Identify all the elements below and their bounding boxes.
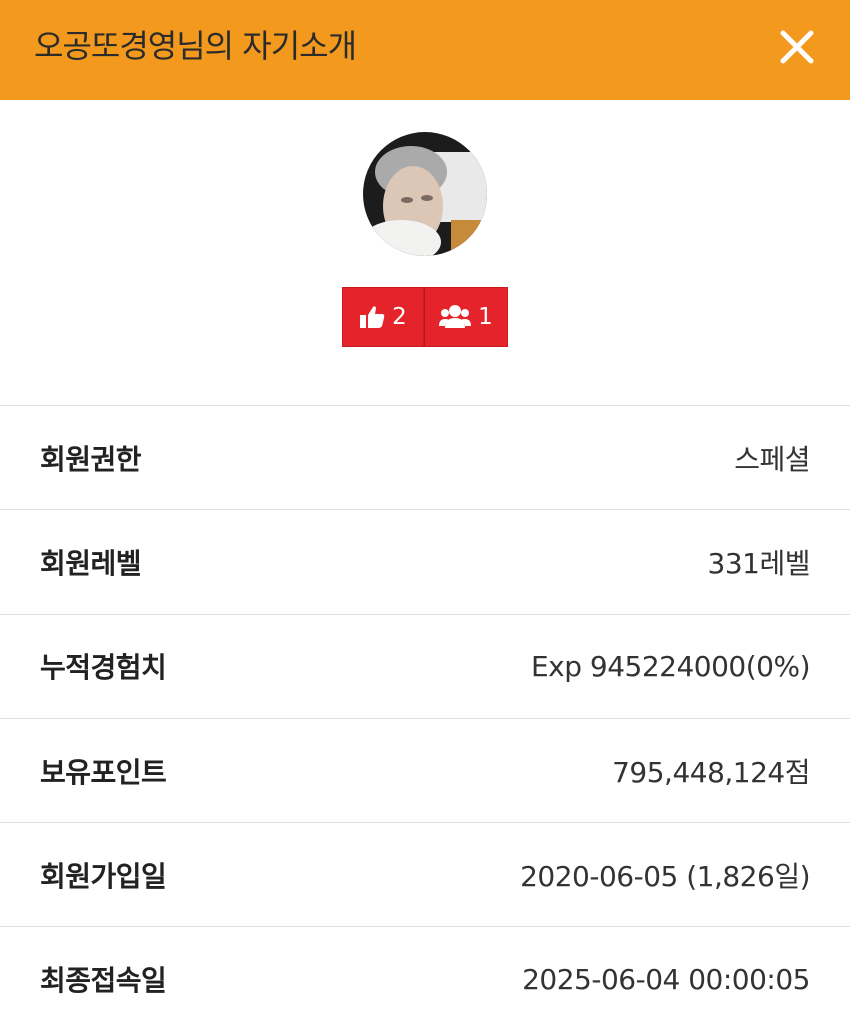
info-row-experience: 누적경험치 Exp 945224000(0%) (0, 613, 850, 718)
member-info-list: 회원권한 스페셜 회원레벨 331레벨 누적경험치 Exp 945224000(… (0, 405, 850, 1031)
info-row-points: 보유포인트 795,448,124점 (0, 717, 850, 822)
like-button[interactable]: 2 (342, 287, 424, 347)
page-title: 오공또경영님의 자기소개 (34, 27, 357, 65)
info-label: 보유포인트 (40, 755, 167, 789)
info-row-level: 회원레벨 331레벨 (0, 509, 850, 613)
info-value: 795,448,124점 (612, 755, 810, 789)
info-label: 회원레벨 (40, 546, 142, 580)
info-row-last-login: 최종접속일 2025-06-04 00:00:05 (0, 926, 850, 1030)
users-icon (439, 304, 472, 330)
info-row-join-date: 회원가입일 2020-06-05 (1,826일) (0, 822, 850, 926)
like-count: 2 (392, 304, 407, 330)
profile-badges: 2 1 (342, 287, 508, 347)
friend-button[interactable]: 1 (424, 287, 508, 347)
info-value: 스페셜 (734, 442, 810, 476)
close-icon (780, 30, 814, 64)
info-value: 2020-06-05 (1,826일) (520, 859, 810, 893)
thumbs-up-icon (359, 305, 385, 329)
close-button[interactable] (772, 22, 822, 72)
header-bar: 오공또경영님의 자기소개 (0, 0, 850, 100)
info-label: 회원권한 (40, 442, 142, 476)
info-value: Exp 945224000(0%) (530, 649, 811, 683)
info-value: 331레벨 (707, 546, 811, 580)
info-label: 회원가입일 (40, 859, 167, 893)
info-row-permission: 회원권한 스페셜 (0, 405, 850, 509)
avatar (363, 132, 487, 256)
info-value: 2025-06-04 00:00:05 (522, 962, 810, 996)
info-label: 최종접속일 (40, 964, 167, 998)
friend-count: 1 (478, 304, 493, 330)
info-label: 누적경험치 (40, 651, 167, 685)
